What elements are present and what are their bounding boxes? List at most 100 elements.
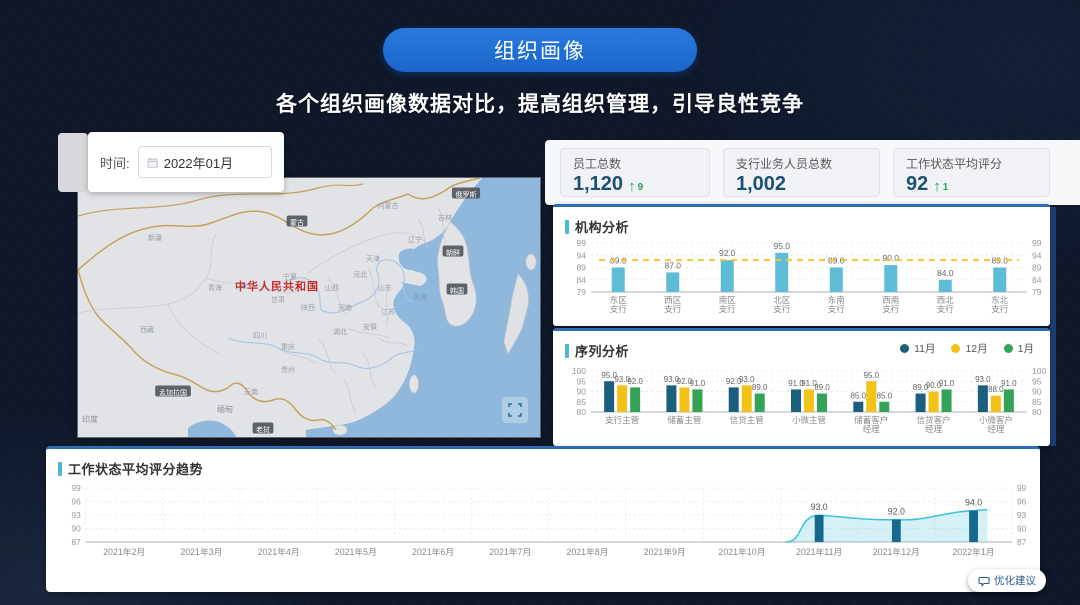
svg-text:91.0: 91.0 (1001, 379, 1017, 388)
map-province-label: 贵州 (281, 365, 295, 374)
svg-text:84.0: 84.0 (937, 268, 954, 278)
kpi-card: 支行业务人员总数 1,002 (723, 148, 880, 197)
seq-bar (604, 381, 614, 412)
map-sea-label: 黄海 (413, 292, 427, 301)
map-province-label: 宁夏 (283, 272, 297, 281)
svg-text:94: 94 (577, 250, 587, 260)
seq-bar (853, 402, 863, 412)
inst-bar (830, 268, 843, 293)
svg-text:2021年10月: 2021年10月 (718, 546, 765, 557)
svg-text:89.0: 89.0 (752, 383, 768, 392)
map-province-label: 四川 (253, 332, 267, 340)
svg-text:79: 79 (1032, 287, 1042, 297)
trend-bar (892, 520, 901, 542)
map-province-label: 天津 (366, 255, 380, 263)
svg-text:支行: 支行 (664, 304, 682, 314)
svg-text:2021年2月: 2021年2月 (103, 546, 145, 557)
svg-text:93.0: 93.0 (811, 502, 828, 512)
inst-bar (993, 268, 1006, 293)
svg-text:2021年8月: 2021年8月 (566, 546, 608, 557)
svg-text:85: 85 (1032, 397, 1042, 407)
legend-dot (951, 344, 960, 353)
map-province-label: 青海 (208, 283, 222, 292)
map-taiwan (410, 375, 419, 393)
seq-bar (942, 389, 952, 412)
svg-text:99: 99 (1017, 483, 1027, 493)
svg-text:96: 96 (71, 497, 81, 507)
map-province-label: 江苏 (381, 307, 395, 316)
svg-text:92.0: 92.0 (719, 248, 736, 258)
trend-bar (969, 511, 978, 542)
kpi-delta: 1 (943, 183, 949, 193)
svg-text:支行: 支行 (991, 304, 1009, 314)
inst-bar (612, 268, 625, 293)
optimize-suggestion-button[interactable]: 优化建议 (968, 569, 1046, 592)
svg-text:支行: 支行 (719, 304, 737, 314)
sequence-analysis-panel: 序列分析 11月12月1月 808085859090959510010095.0… (553, 328, 1050, 446)
trend-area-chart: 878790909393969699992021年2月2021年3月2021年4… (46, 449, 1040, 592)
legend-label: 1月 (1018, 341, 1034, 356)
svg-text:89: 89 (577, 263, 587, 273)
svg-text:80: 80 (1032, 407, 1042, 417)
svg-text:2021年9月: 2021年9月 (644, 546, 686, 557)
seq-bar (804, 389, 814, 412)
svg-text:经理: 经理 (863, 424, 881, 434)
seq-bar (991, 396, 1001, 412)
kpi-card: 员工总数 1,120↑9 (560, 148, 710, 197)
china-map: 中华人民共和国新疆西藏青海甘肃内蒙古宁夏陕西山西河北天津山东河南江苏安徽湖北四川… (78, 178, 540, 437)
map-country-badge-label: 俄罗斯 (456, 190, 477, 199)
svg-text:89.0: 89.0 (814, 383, 830, 392)
svg-text:储蓄主管: 储蓄主管 (667, 415, 701, 425)
inst-bar (721, 260, 734, 292)
map-japan-island (526, 254, 536, 270)
svg-text:2021年11月: 2021年11月 (796, 546, 842, 557)
legend-item: 1月 (1004, 341, 1034, 356)
map-province-label: 陕西 (301, 303, 315, 312)
kpi-value: 92 (906, 174, 928, 194)
map-province-label: 云南 (244, 387, 258, 396)
map-country-badge-label: 蒙古 (290, 218, 304, 227)
svg-text:95.0: 95.0 (773, 241, 790, 251)
svg-text:支行主管: 支行主管 (605, 415, 639, 425)
svg-text:99: 99 (577, 238, 587, 248)
legend-label: 12月 (965, 341, 987, 356)
legend-item: 11月 (900, 341, 935, 356)
svg-text:90: 90 (1017, 524, 1027, 534)
svg-text:84: 84 (1032, 275, 1042, 285)
map-country-badge-label: 老挝 (256, 425, 270, 434)
map-province-label: 河北 (353, 271, 367, 279)
svg-text:84: 84 (577, 275, 587, 285)
page-title-button[interactable]: 组织画像 (383, 28, 697, 72)
kpi-label: 支行业务人员总数 (736, 155, 867, 172)
svg-text:经理: 经理 (925, 424, 943, 434)
seq-bar (679, 387, 689, 412)
seq-bar (929, 392, 939, 413)
svg-text:2021年6月: 2021年6月 (412, 546, 454, 557)
svg-text:90: 90 (1032, 387, 1042, 397)
seq-bar (978, 385, 988, 412)
map-province-label: 甘肃 (271, 295, 285, 304)
time-input[interactable] (164, 155, 263, 170)
svg-text:94: 94 (1032, 250, 1042, 260)
map-province-label: 重庆 (281, 342, 295, 351)
kpi-label: 员工总数 (573, 155, 697, 172)
time-filter-label: 时间: (100, 153, 130, 172)
svg-text:支行: 支行 (937, 304, 955, 314)
svg-text:79: 79 (577, 287, 587, 297)
map-fullscreen-button[interactable] (502, 397, 528, 423)
inst-bar (775, 253, 788, 292)
svg-text:91.0: 91.0 (690, 379, 706, 388)
map-country-badge-label: 孟加拉国 (159, 388, 187, 397)
kpi-value-row: 1,002 (736, 174, 867, 194)
kpi-panel: 员工总数1,120↑9支行业务人员总数1,002工作状态平均评分92↑1 (545, 140, 1080, 205)
svg-text:89: 89 (1032, 263, 1042, 273)
time-picker[interactable] (138, 146, 272, 178)
inst-bar (666, 272, 679, 292)
svg-text:90.0: 90.0 (882, 253, 899, 263)
map-country-badge-label: 韩国 (450, 286, 464, 295)
svg-text:支行: 支行 (773, 304, 791, 314)
svg-text:93.0: 93.0 (975, 375, 991, 384)
svg-text:94.0: 94.0 (965, 498, 982, 508)
seq-bar (879, 402, 889, 412)
kpi-value-row: 1,120↑9 (573, 174, 697, 194)
